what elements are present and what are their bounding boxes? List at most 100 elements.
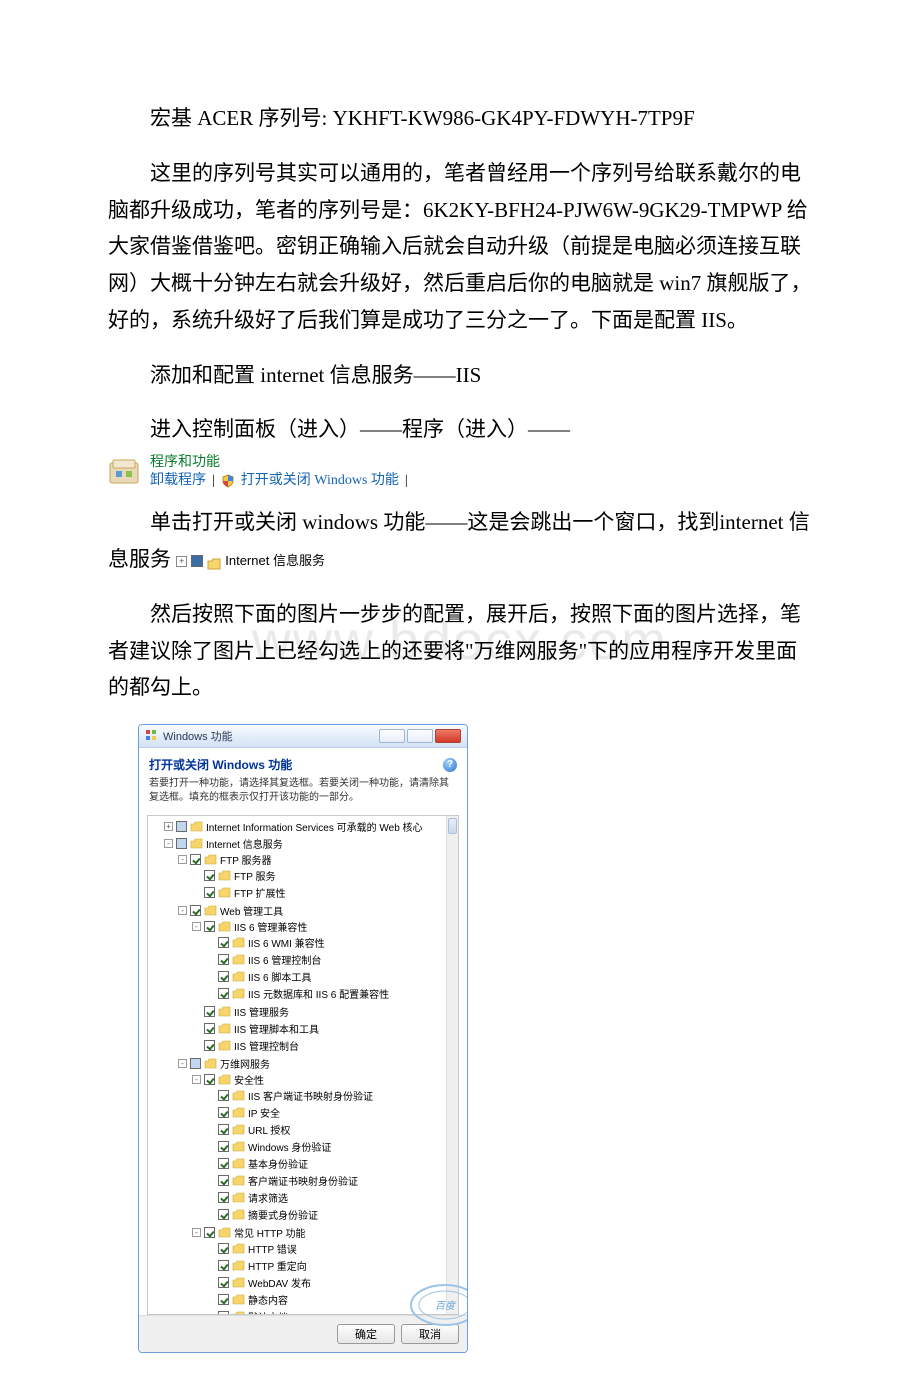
checkbox[interactable] — [204, 921, 215, 932]
checkbox[interactable] — [204, 1006, 215, 1017]
checkbox[interactable] — [218, 954, 229, 965]
checkbox-icon — [191, 555, 203, 567]
checkbox[interactable] — [218, 1294, 229, 1305]
checkbox[interactable] — [218, 1192, 229, 1203]
checkbox[interactable] — [218, 1090, 229, 1101]
checkbox[interactable] — [218, 1124, 229, 1135]
checkbox[interactable] — [204, 1040, 215, 1051]
paragraph-2: 添加和配置 internet 信息服务——IIS — [108, 357, 812, 394]
turn-features-link[interactable]: 打开或关闭 Windows 功能 — [241, 472, 399, 490]
tree-node[interactable]: -Internet 信息服务-FTP 服务器FTP 服务FTP 扩展性-Web … — [164, 835, 444, 1314]
dialog-titlebar: Windows 功能 — [139, 725, 467, 748]
spacer-icon — [192, 871, 201, 880]
folder-icon — [190, 838, 203, 849]
collapse-icon[interactable]: - — [178, 855, 187, 864]
tree-node[interactable]: 客户端证书映射身份验证 — [206, 1172, 444, 1189]
tree-label: FTP 扩展性 — [234, 885, 285, 900]
tree-node[interactable]: -Web 管理工具-IIS 6 管理兼容性IIS 6 WMI 兼容性IIS 6 … — [178, 902, 444, 1055]
scrollbar[interactable] — [446, 816, 458, 1314]
tree-node[interactable]: 基本身份验证 — [206, 1155, 444, 1172]
tree-label: FTP 服务 — [234, 868, 275, 883]
collapse-icon[interactable]: - — [192, 1075, 201, 1084]
checkbox[interactable] — [204, 870, 215, 881]
spacer-icon — [206, 1091, 215, 1100]
folder-icon — [218, 1023, 231, 1034]
spacer-icon — [206, 955, 215, 964]
checkbox[interactable] — [204, 1227, 215, 1238]
checkbox[interactable] — [190, 1058, 201, 1069]
checkbox[interactable] — [176, 838, 187, 849]
tree-node[interactable]: -FTP 服务器FTP 服务FTP 扩展性 — [178, 851, 444, 902]
spacer-icon — [192, 1024, 201, 1033]
help-icon[interactable]: ? — [443, 758, 457, 772]
minimize-button[interactable] — [379, 729, 405, 743]
paragraph-3: 进入控制面板（进入）——程序（进入）—— — [108, 411, 812, 448]
checkbox[interactable] — [190, 905, 201, 916]
close-button[interactable] — [435, 729, 461, 743]
checkbox[interactable] — [218, 1209, 229, 1220]
tree-node[interactable]: IIS 管理脚本和工具 — [192, 1020, 444, 1037]
checkbox[interactable] — [218, 1158, 229, 1169]
maximize-button[interactable] — [407, 729, 433, 743]
tree-node[interactable]: FTP 扩展性 — [192, 884, 444, 901]
folder-icon — [232, 937, 245, 948]
tree-node[interactable]: HTTP 错误 — [206, 1240, 444, 1257]
checkbox[interactable] — [218, 971, 229, 982]
tree-node[interactable]: IIS 6 WMI 兼容性 — [206, 934, 444, 951]
collapse-icon[interactable]: - — [192, 1228, 201, 1237]
checkbox[interactable] — [218, 937, 229, 948]
tree-node[interactable]: IIS 管理服务 — [192, 1003, 444, 1020]
tree-node[interactable]: IIS 客户端证书映射身份验证 — [206, 1087, 444, 1104]
checkbox[interactable] — [218, 1243, 229, 1254]
spacer-icon — [206, 1312, 215, 1314]
tree-node[interactable]: -万维网服务-安全性IIS 客户端证书映射身份验证IP 安全URL 授权Wind… — [178, 1055, 444, 1314]
folder-icon — [232, 971, 245, 982]
uninstall-link[interactable]: 卸载程序 — [150, 472, 206, 490]
checkbox[interactable] — [218, 1107, 229, 1118]
spacer-icon — [206, 989, 215, 998]
folder-icon — [204, 905, 217, 916]
programs-icon — [108, 457, 142, 487]
tree-node[interactable]: 请求筛选 — [206, 1189, 444, 1206]
checkbox[interactable] — [190, 854, 201, 865]
checkbox[interactable] — [204, 1023, 215, 1034]
spacer-icon — [206, 938, 215, 947]
expand-icon[interactable]: + — [164, 822, 173, 831]
tree-node[interactable]: IP 安全 — [206, 1104, 444, 1121]
tree-node[interactable]: 摘要式身份验证 — [206, 1206, 444, 1223]
checkbox[interactable] — [218, 1141, 229, 1152]
programs-title: 程序和功能 — [150, 454, 408, 472]
tree-node[interactable]: -IIS 6 管理兼容性IIS 6 WMI 兼容性IIS 6 管理控制台IIS … — [192, 918, 444, 1003]
tree-node[interactable]: Windows 身份验证 — [206, 1138, 444, 1155]
tree-node[interactable]: IIS 管理控制台 — [192, 1037, 444, 1054]
checkbox[interactable] — [218, 1277, 229, 1288]
checkbox[interactable] — [218, 1311, 229, 1314]
folder-icon — [204, 1058, 217, 1069]
tree-node[interactable]: +Internet Information Services 可承载的 Web … — [164, 818, 444, 835]
collapse-icon[interactable]: - — [164, 839, 173, 848]
tree-node[interactable]: FTP 服务 — [192, 867, 444, 884]
checkbox[interactable] — [218, 1260, 229, 1271]
folder-icon — [218, 1227, 231, 1238]
tree-node[interactable]: IIS 6 脚本工具 — [206, 968, 444, 985]
tree-node[interactable]: -常见 HTTP 功能HTTP 错误HTTP 重定向WebDAV 发布静态内容默… — [192, 1224, 444, 1314]
collapse-icon[interactable]: - — [178, 906, 187, 915]
tree-node[interactable]: -安全性IIS 客户端证书映射身份验证IP 安全URL 授权Windows 身份… — [192, 1071, 444, 1224]
folder-icon — [232, 1158, 245, 1169]
paragraph-5: 然后按照下面的图片一步步的配置，展开后，按照下面的图片选择，笔者建议除了图片上已… — [108, 596, 812, 706]
collapse-icon[interactable]: - — [178, 1059, 187, 1068]
collapse-icon[interactable]: - — [192, 922, 201, 931]
tree-node[interactable]: URL 授权 — [206, 1121, 444, 1138]
checkbox[interactable] — [218, 988, 229, 999]
folder-icon — [232, 1294, 245, 1305]
checkbox[interactable] — [218, 1175, 229, 1186]
checkbox[interactable] — [204, 1074, 215, 1085]
tree-node[interactable]: HTTP 重定向 — [206, 1257, 444, 1274]
tree-label: 摘要式身份验证 — [248, 1207, 318, 1222]
folder-icon — [232, 1192, 245, 1203]
tree-node[interactable]: IIS 元数据库和 IIS 6 配置兼容性 — [206, 985, 444, 1002]
checkbox[interactable] — [204, 887, 215, 898]
checkbox[interactable] — [176, 821, 187, 832]
ok-button[interactable]: 确定 — [337, 1324, 395, 1344]
tree-node[interactable]: IIS 6 管理控制台 — [206, 951, 444, 968]
